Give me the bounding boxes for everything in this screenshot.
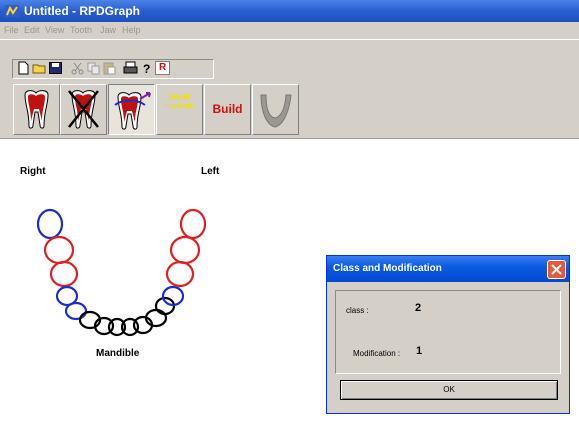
build-button[interactable]: Build <box>204 84 251 135</box>
class-value: 2 <box>415 302 422 314</box>
class-modification-dialog: Class and Modification class : 2 Modific… <box>326 255 570 414</box>
tooth-extract-button[interactable] <box>60 84 107 135</box>
set-all-implants-label: Set all implants <box>164 94 194 110</box>
dialog-title: Class and Modification <box>333 263 442 274</box>
menu-view[interactable]: View <box>45 24 64 36</box>
dialog-close-button[interactable] <box>547 260 566 279</box>
menu-file[interactable]: File <box>4 24 19 36</box>
tooth-right-molar-2[interactable] <box>43 235 75 265</box>
toolbar-divider <box>0 138 579 139</box>
help-icon[interactable]: ? <box>139 61 154 75</box>
r-button[interactable]: R <box>155 61 170 75</box>
tooth-left-molar-3[interactable] <box>179 208 207 240</box>
tooth-extract-icon <box>68 90 99 129</box>
cut-icon[interactable] <box>70 61 85 75</box>
menu-bar: File Edit View Tooth Jaw Help <box>0 22 579 39</box>
menu-edit[interactable]: Edit <box>24 24 40 36</box>
tooth-left-molar-2[interactable] <box>169 235 201 265</box>
modification-value: 1 <box>416 345 423 357</box>
print-icon[interactable] <box>123 61 138 75</box>
tooth-right-premolar-1[interactable] <box>64 301 88 321</box>
menu-help[interactable]: Help <box>122 24 141 36</box>
paste-icon[interactable] <box>102 61 117 75</box>
mandible-arch <box>36 208 207 337</box>
open-folder-icon[interactable] <box>32 61 47 75</box>
title-bar[interactable]: Untitled - RPDGraph <box>0 0 579 22</box>
tooth-clasp-icon <box>114 92 151 130</box>
tooth-right-molar-1[interactable] <box>49 260 79 288</box>
close-icon <box>551 264 562 275</box>
build-label: Build <box>212 102 243 116</box>
new-file-icon[interactable] <box>16 61 31 75</box>
tooth-right-molar-3[interactable] <box>36 208 64 240</box>
dialog-title-bar[interactable]: Class and Modification <box>327 256 569 282</box>
tooth-clasp-button[interactable] <box>108 84 155 135</box>
arch-icon <box>260 94 292 128</box>
svg-text:?: ? <box>143 62 150 75</box>
class-label: class : <box>346 306 369 315</box>
ok-button[interactable]: OK <box>340 380 558 400</box>
arch-button[interactable] <box>252 84 299 135</box>
tooth-icon <box>24 90 49 129</box>
modification-label: Modification : <box>353 349 401 358</box>
set-all-implants-button[interactable]: Set all implants <box>156 84 203 135</box>
tooth-left-molar-1[interactable] <box>165 260 195 288</box>
dialog-group-box <box>335 290 561 374</box>
app-icon <box>5 5 19 17</box>
menu-jaw[interactable]: Jaw <box>100 24 116 36</box>
save-icon[interactable] <box>48 61 63 75</box>
window-title: Untitled - RPDGraph <box>24 4 140 18</box>
menu-tooth[interactable]: Tooth <box>70 24 92 36</box>
r-button-label: R <box>159 62 167 73</box>
copy-icon[interactable] <box>86 61 101 75</box>
tooth-tool-button[interactable] <box>13 84 60 135</box>
